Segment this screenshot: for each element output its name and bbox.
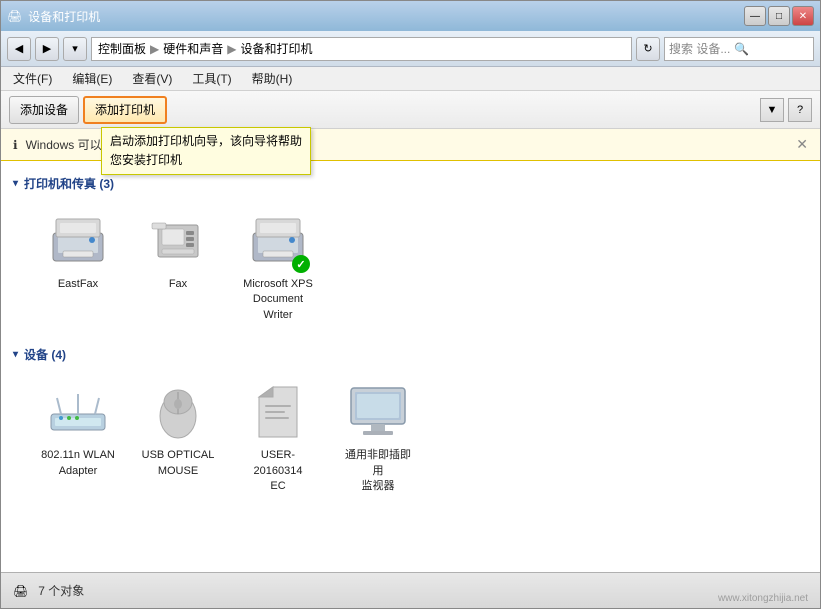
search-icon: 🔍 xyxy=(734,42,749,56)
devices-collapse-arrow[interactable]: ▾ xyxy=(13,349,18,360)
router-icon xyxy=(46,380,110,444)
monitor-label: 通用非即插即用监视器 xyxy=(340,448,416,494)
add-device-button[interactable]: 添加设备 xyxy=(9,96,79,124)
info-close-button[interactable]: ✕ xyxy=(796,136,808,153)
title-bar-left: 🖨 设备和打印机 xyxy=(7,8,100,25)
drive-icon xyxy=(246,380,310,444)
xps-label: Microsoft XPS Document Writer xyxy=(240,277,316,323)
printer-svg-eastfax xyxy=(48,215,108,267)
view-controls: ▼ ? xyxy=(760,98,812,122)
default-badge: ✓ xyxy=(292,255,310,273)
back-button[interactable]: ◀ xyxy=(7,37,31,61)
monitor-icon xyxy=(346,380,410,444)
devices-section-title: 设备 (4) xyxy=(24,346,66,363)
nav-dropdown-button[interactable]: ▾ xyxy=(63,37,87,61)
breadcrumb-item-1[interactable]: 控制面板 xyxy=(98,40,146,57)
search-placeholder: 搜索 设备... xyxy=(669,40,730,57)
menu-file[interactable]: 文件(F) xyxy=(7,68,58,89)
monitor-svg xyxy=(347,384,409,440)
nav-bar: ◀ ▶ ▾ 控制面板 ▶ 硬件和声音 ▶ 设备和打印机 ↻ 搜索 设备... 🔍 xyxy=(1,31,820,67)
maximize-button[interactable]: □ xyxy=(768,6,790,26)
router-label: 802.11n WLANAdapter xyxy=(41,448,115,479)
printers-grid: EastFax Fax xyxy=(13,202,808,330)
info-icon: ℹ xyxy=(13,138,18,152)
printers-section-header: ▾ 打印机和传真 (3) xyxy=(13,175,808,192)
device-item-eastfax[interactable]: EastFax xyxy=(33,202,123,330)
device-item-drive[interactable]: USER-20160314EC xyxy=(233,373,323,501)
breadcrumb-item-3[interactable]: 设备和打印机 xyxy=(241,40,313,57)
title-bar: 🖨 设备和打印机 — □ ✕ xyxy=(1,1,820,31)
close-button[interactable]: ✕ xyxy=(792,6,814,26)
toolbar: 添加设备 添加打印机 启动添加打印机向导，该向导将帮助 您安装打印机 ▼ ? xyxy=(1,91,820,129)
refresh-button[interactable]: ↻ xyxy=(636,37,660,61)
window-title: 设备和打印机 xyxy=(28,8,100,25)
help-button[interactable]: ? xyxy=(788,98,812,122)
main-content: ▾ 打印机和传真 (3) EastFax xyxy=(1,161,820,572)
forward-button[interactable]: ▶ xyxy=(35,37,59,61)
devices-grid: 802.11n WLANAdapter USB OPTICALMOUSE xyxy=(13,373,808,501)
breadcrumb-item-2[interactable]: 硬件和声音 xyxy=(163,40,223,57)
mouse-icon xyxy=(146,380,210,444)
add-printer-tooltip: 启动添加打印机向导，该向导将帮助 您安装打印机 xyxy=(101,127,311,175)
menu-edit[interactable]: 编辑(E) xyxy=(66,68,118,89)
device-item-router[interactable]: 802.11n WLANAdapter xyxy=(33,373,123,501)
eastfax-label: EastFax xyxy=(58,277,98,292)
device-item-monitor[interactable]: 通用非即插即用监视器 xyxy=(333,373,423,501)
printers-section-title: 打印机和传真 (3) xyxy=(24,175,114,192)
window-icon: 🖨 xyxy=(7,9,22,23)
watermark: www.xitongzhijia.net xyxy=(718,593,808,604)
search-box[interactable]: 搜索 设备... 🔍 xyxy=(664,37,814,61)
menu-view[interactable]: 查看(V) xyxy=(126,68,178,89)
device-item-fax[interactable]: Fax xyxy=(133,202,223,330)
xps-icon: ✓ xyxy=(246,209,310,273)
main-window: 🖨 设备和打印机 — □ ✕ ◀ ▶ ▾ 控制面板 ▶ 硬件和声音 ▶ 设备和打… xyxy=(0,0,821,609)
status-icon: 🖨 xyxy=(13,584,28,598)
breadcrumb: 控制面板 ▶ 硬件和声音 ▶ 设备和打印机 xyxy=(91,37,632,61)
device-item-mouse[interactable]: USB OPTICALMOUSE xyxy=(133,373,223,501)
router-svg xyxy=(47,386,109,438)
menu-bar: 文件(F) 编辑(E) 查看(V) 工具(T) 帮助(H) xyxy=(1,67,820,91)
tooltip-line2: 您安装打印机 xyxy=(110,151,302,170)
printers-collapse-arrow[interactable]: ▾ xyxy=(13,178,18,189)
view-dropdown-button[interactable]: ▼ xyxy=(760,98,784,122)
status-count: 7 个对象 xyxy=(38,582,84,599)
mouse-label: USB OPTICALMOUSE xyxy=(142,448,215,479)
devices-section-header: ▾ 设备 (4) xyxy=(13,346,808,363)
tooltip-line1: 启动添加打印机向导，该向导将帮助 xyxy=(110,132,302,151)
menu-help[interactable]: 帮助(H) xyxy=(246,68,299,89)
status-bar: 🖨 7 个对象 www.xitongzhijia.net xyxy=(1,572,820,608)
mouse-svg xyxy=(153,382,203,442)
add-printer-button[interactable]: 添加打印机 xyxy=(83,96,167,124)
fax-label: Fax xyxy=(169,277,187,292)
minimize-button[interactable]: — xyxy=(744,6,766,26)
device-item-xps[interactable]: ✓ Microsoft XPS Document Writer xyxy=(233,202,323,330)
title-bar-controls: — □ ✕ xyxy=(744,6,814,26)
menu-tools[interactable]: 工具(T) xyxy=(186,68,237,89)
eastfax-icon xyxy=(46,209,110,273)
fax-svg xyxy=(148,215,208,267)
fax-icon xyxy=(146,209,210,273)
drive-label: USER-20160314EC xyxy=(240,448,316,494)
drive-svg xyxy=(255,383,301,441)
